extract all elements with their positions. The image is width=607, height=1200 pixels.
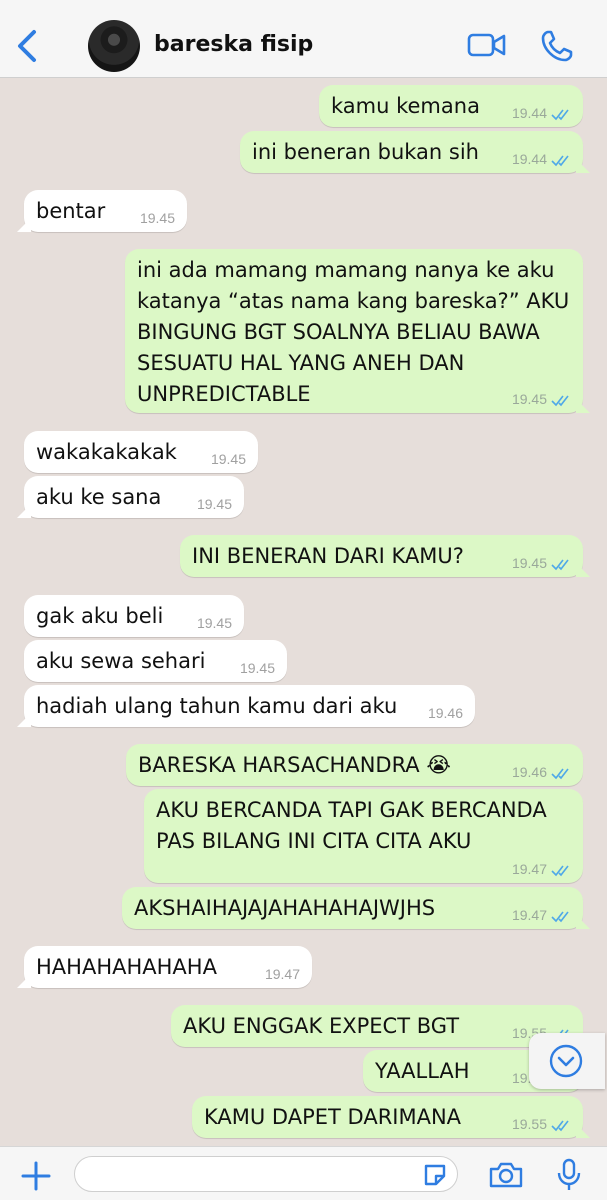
double-check-icon xyxy=(551,911,569,923)
chat-header: bareska fisip xyxy=(0,0,607,78)
bubble-tail xyxy=(17,504,31,518)
double-check-icon xyxy=(551,865,569,877)
message-in[interactable]: wakakakakak 19.45 xyxy=(24,431,258,473)
message-text: AKU ENGGAK EXPECT BGT xyxy=(183,1014,460,1038)
bubble-tail xyxy=(576,1124,590,1138)
message-text: BARESKA HARSACHANDRA 😭 xyxy=(138,753,451,777)
message-time: 19.46 xyxy=(427,705,463,721)
message-text: INI BENERAN DARI KAMU? xyxy=(192,544,464,568)
message-text: YAALLAH xyxy=(375,1059,470,1083)
message-text: hadiah ulang tahun kamu dari aku xyxy=(36,694,398,718)
double-check-icon xyxy=(551,395,569,407)
message-in[interactable]: aku sewa sehari 19.45 xyxy=(24,640,287,682)
bubble-tail xyxy=(576,915,590,929)
message-input[interactable] xyxy=(74,1156,458,1192)
message-text: bentar xyxy=(36,199,106,223)
bubble-tail xyxy=(17,974,31,988)
message-time: 19.47 xyxy=(264,966,300,982)
message-time: 19.45 xyxy=(196,615,232,631)
contact-name[interactable]: bareska fisip xyxy=(154,32,313,57)
phone-icon[interactable] xyxy=(540,29,574,63)
message-text: aku ke sana xyxy=(36,485,162,509)
microphone-icon[interactable] xyxy=(556,1158,582,1192)
message-time: 19.47 xyxy=(511,861,547,877)
message-in[interactable]: gak aku beli 19.45 xyxy=(24,595,244,637)
message-out[interactable]: KAMU DAPET DARIMANA 19.55 xyxy=(192,1096,590,1138)
message-time: 19.45 xyxy=(139,210,175,226)
chevron-down-circle-icon xyxy=(549,1044,583,1078)
message-time: 19.45 xyxy=(210,451,246,467)
message-text: KAMU DAPET DARIMANA xyxy=(204,1105,462,1129)
message-text: gak aku beli xyxy=(36,604,164,628)
message-text: AKSHAIHAJAJAHAHAHAJWJHS xyxy=(134,896,436,920)
bubble-tail xyxy=(576,563,590,577)
message-text: HAHAHAHAHAHA xyxy=(36,955,217,979)
video-camera-icon[interactable] xyxy=(467,30,507,60)
message-time: 19.45 xyxy=(196,496,232,512)
message-time: 19.45 xyxy=(511,555,547,571)
scroll-to-bottom-button[interactable] xyxy=(529,1033,605,1089)
bubble-tail xyxy=(17,713,31,727)
message-out[interactable]: ini ada mamang mamang nanya ke aku katan… xyxy=(125,249,590,413)
composer-bar xyxy=(0,1146,607,1200)
message-out[interactable]: AKU BERCANDA TAPI GAK BERCANDA PAS BILAN… xyxy=(144,789,583,883)
message-text: wakakakakak xyxy=(36,440,177,464)
message-time: 19.46 xyxy=(511,764,547,780)
double-check-icon xyxy=(551,155,569,167)
double-check-icon xyxy=(551,109,569,121)
double-check-icon xyxy=(551,559,569,571)
message-text: ini ada mamang mamang nanya ke aku katan… xyxy=(137,258,570,406)
message-in[interactable]: HAHAHAHAHAHA 19.47 xyxy=(17,946,312,988)
double-check-icon xyxy=(551,1120,569,1132)
message-time: 19.45 xyxy=(239,660,275,676)
message-time: 19.44 xyxy=(511,105,547,121)
message-out[interactable]: AKU ENGGAK EXPECT BGT 19.55 xyxy=(171,1005,583,1047)
message-out[interactable]: BARESKA HARSACHANDRA 😭 19.46 xyxy=(126,744,583,786)
camera-icon[interactable] xyxy=(488,1161,524,1189)
message-text: AKU BERCANDA TAPI GAK BERCANDA PAS BILAN… xyxy=(156,798,547,853)
message-time: 19.44 xyxy=(511,151,547,167)
avatar[interactable] xyxy=(88,20,140,72)
message-in[interactable]: aku ke sana 19.45 xyxy=(17,476,244,518)
message-out[interactable]: INI BENERAN DARI KAMU? 19.45 xyxy=(180,535,590,577)
bubble-tail xyxy=(17,218,31,232)
bubble-tail xyxy=(576,399,590,413)
sticker-icon[interactable] xyxy=(422,1162,448,1188)
message-out[interactable]: kamu kemana 19.44 xyxy=(319,85,583,127)
message-time: 19.47 xyxy=(511,907,547,923)
message-in[interactable]: hadiah ulang tahun kamu dari aku 19.46 xyxy=(17,685,475,727)
message-time: 19.55 xyxy=(511,1116,547,1132)
message-text: ini beneran bukan sih xyxy=(252,140,479,164)
message-in[interactable]: bentar 19.45 xyxy=(17,190,187,232)
message-text: aku sewa sehari xyxy=(36,649,206,673)
chevron-left-icon[interactable] xyxy=(14,26,42,66)
double-check-icon xyxy=(551,768,569,780)
message-time: 19.45 xyxy=(511,391,547,407)
bubble-tail xyxy=(576,159,590,173)
message-out[interactable]: ini beneran bukan sih 19.44 xyxy=(240,131,590,173)
plus-icon[interactable] xyxy=(20,1160,52,1192)
message-out[interactable]: AKSHAIHAJAJAHAHAHAJWJHS 19.47 xyxy=(122,887,590,929)
message-text: kamu kemana xyxy=(331,94,480,118)
